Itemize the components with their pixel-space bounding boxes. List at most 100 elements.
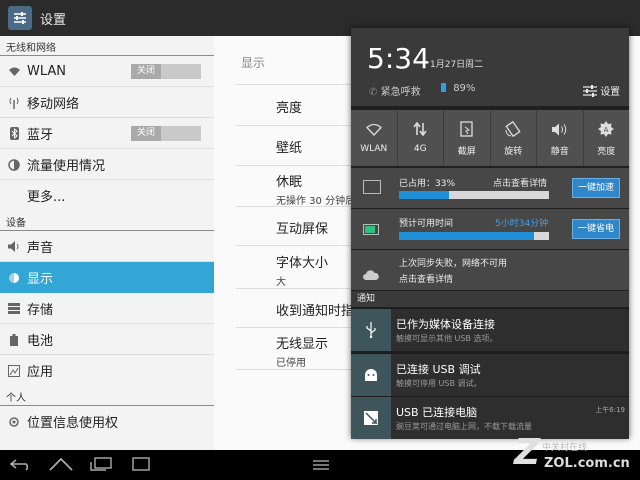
estimated-time-value: 5小时34分钟 xyxy=(495,219,549,229)
quick-toggle-label: 静音 xyxy=(550,147,569,157)
screenshot-icon xyxy=(460,119,474,139)
quick-toggle-label: 亮度 xyxy=(597,147,616,157)
date: 1月27日周二 xyxy=(430,60,484,70)
notification-usb-debugging[interactable]: 已连接 USB 调试 触摸可停用 USB 调试。 xyxy=(351,353,629,396)
battery-icon xyxy=(441,83,446,92)
sidebar-item-more[interactable]: 更多... xyxy=(0,180,214,211)
sidebar-item-battery[interactable]: 电池 xyxy=(0,324,214,355)
quick-toggle-label: 旋转 xyxy=(504,147,523,157)
option-summary: 无操作 30 分钟后 xyxy=(276,196,356,207)
option-summary: 已停用 xyxy=(276,358,306,369)
settings-shortcut[interactable]: 设置 xyxy=(583,83,620,98)
quick-toggle-mute[interactable]: 静音 xyxy=(537,110,584,166)
notification-subtitle: 豌豆荚可通过电脑上网，不载下载流量 xyxy=(396,422,532,431)
wireless-display-option[interactable]: 无线显示 已停用 xyxy=(276,333,328,369)
boost-button[interactable]: 一键加速 xyxy=(572,178,620,198)
sidebar-item-label: 电池 xyxy=(27,334,54,349)
recent-apps-icon xyxy=(90,456,112,475)
battery-icon xyxy=(363,224,379,235)
sync-failed-notification[interactable]: 上次同步失败，网络不可用 点击查看详情 xyxy=(351,250,629,290)
option-label: 字体大小 xyxy=(276,256,329,271)
emergency-label: 紧急呼救 xyxy=(380,87,421,98)
pc-link-icon xyxy=(351,397,391,439)
memory-used-label: 已占用：33% xyxy=(399,179,456,189)
recent-apps-button[interactable] xyxy=(88,456,114,474)
sidebar-item-label: 应用 xyxy=(27,365,54,380)
wallpaper-option[interactable]: 壁纸 xyxy=(276,137,302,156)
memory-panel[interactable]: 已占用：33% 点击查看详情 一键加速 xyxy=(351,168,629,208)
svg-text:A: A xyxy=(604,126,609,134)
quick-toggle-label: 4G xyxy=(413,144,427,154)
sync-details-link[interactable]: 点击查看详情 xyxy=(399,272,453,285)
sidebar-item-bluetooth[interactable]: 蓝牙 关闭 xyxy=(0,118,214,149)
notification-subtitle: 触摸可停用 USB 调试。 xyxy=(396,379,482,388)
sidebar-item-location[interactable]: 位置信息使用权 xyxy=(0,406,214,437)
quick-toggle-wlan[interactable]: WLAN xyxy=(351,110,398,166)
emergency-call[interactable]: ✆ 紧急呼救 xyxy=(369,83,421,98)
apps-icon xyxy=(7,364,21,378)
watermark-domain: ZOL.com.cn xyxy=(544,456,630,471)
brightness-option[interactable]: 亮度 xyxy=(276,97,302,116)
sidebar-item-apps[interactable]: 应用 xyxy=(0,355,214,386)
section-personal: 个人 xyxy=(0,386,214,406)
watermark-logo: Z xyxy=(514,432,541,473)
power-meter xyxy=(399,232,549,240)
sidebar-item-wlan[interactable]: WLAN 关闭 xyxy=(0,56,214,87)
back-icon xyxy=(9,456,32,475)
battery-percent: 89% xyxy=(453,83,476,94)
quick-toggle-brightness[interactable]: A 亮度 xyxy=(584,110,630,166)
quick-toggle-label: 截屏 xyxy=(457,147,476,157)
sidebar-item-label: 移动网络 xyxy=(27,97,80,112)
option-summary: 大 xyxy=(276,277,286,288)
menu-button[interactable] xyxy=(308,456,334,474)
android-icon xyxy=(351,354,391,396)
speaker-icon xyxy=(551,119,568,139)
quick-toggle-screenshot[interactable]: 截屏 xyxy=(444,110,491,166)
estimated-time-label: 预计可用时间 xyxy=(399,219,454,229)
sleep-option[interactable]: 休眠 无操作 30 分钟后 xyxy=(276,171,355,207)
power-panel[interactable]: 预计可用时间 5小时34分钟 一键省电 xyxy=(351,209,629,249)
sidebar-item-storage[interactable]: 存储 xyxy=(0,293,214,324)
option-label: 无线显示 xyxy=(276,337,329,352)
notifications-header: 通知 xyxy=(351,291,629,307)
toggle-label: 关闭 xyxy=(131,126,161,141)
bluetooth-icon xyxy=(7,127,21,141)
daydream-option[interactable]: 互动屏保 xyxy=(276,218,328,237)
quick-settings-bar: WLAN 4G 截屏 旋转 静音 A 亮度 xyxy=(351,110,629,166)
sidebar-item-sound[interactable]: 声音 xyxy=(0,231,214,262)
quick-toggle-rotate[interactable]: 旋转 xyxy=(491,110,537,166)
quick-toggle-label: WLAN xyxy=(360,144,388,154)
quick-toggle-4g[interactable]: 4G xyxy=(398,110,444,166)
wifi-icon xyxy=(365,119,382,139)
notification-pulse-option[interactable]: 收到通知时指 xyxy=(276,300,354,319)
page-title: 设置 xyxy=(40,12,67,28)
power-save-button[interactable]: 一键省电 xyxy=(572,219,620,239)
home-button[interactable] xyxy=(48,456,74,474)
watermark-brand: 中关村在线 xyxy=(542,443,588,453)
storage-icon xyxy=(7,302,21,316)
speaker-icon xyxy=(7,240,21,254)
sidebar-item-data-usage[interactable]: 流量使用情况 xyxy=(0,149,214,180)
settings-app-icon[interactable] xyxy=(8,6,32,30)
bluetooth-toggle[interactable]: 关闭 xyxy=(131,126,201,141)
home-icon xyxy=(49,456,73,475)
back-button[interactable] xyxy=(8,456,34,474)
notification-usb-media[interactable]: 已作为媒体设备连接 触摸可显示其他 USB 选项。 xyxy=(351,308,629,351)
cloud-icon xyxy=(363,265,379,284)
font-size-option[interactable]: 字体大小 大 xyxy=(276,252,328,288)
phone-icon: ✆ xyxy=(369,87,378,98)
brightness-icon xyxy=(7,271,21,285)
sidebar-item-mobile-network[interactable]: 移动网络 xyxy=(0,87,214,118)
location-icon xyxy=(7,415,21,429)
screenshot-icon xyxy=(132,456,150,475)
memory-details-link[interactable]: 点击查看详情 xyxy=(493,176,547,189)
usb-icon xyxy=(351,309,391,351)
wlan-toggle[interactable]: 关闭 xyxy=(131,64,201,79)
memory-meter xyxy=(399,191,549,199)
sidebar-item-label: 显示 xyxy=(27,272,54,287)
settings-sidebar: 无线和网络 WLAN 关闭 移动网络 蓝牙 关闭 流量使用情况 更多... 设备 xyxy=(0,36,214,450)
screenshot-button[interactable] xyxy=(128,456,154,474)
wifi-icon xyxy=(7,65,21,79)
sidebar-item-display[interactable]: 显示 xyxy=(0,262,214,293)
power-meter-fill xyxy=(399,232,534,240)
